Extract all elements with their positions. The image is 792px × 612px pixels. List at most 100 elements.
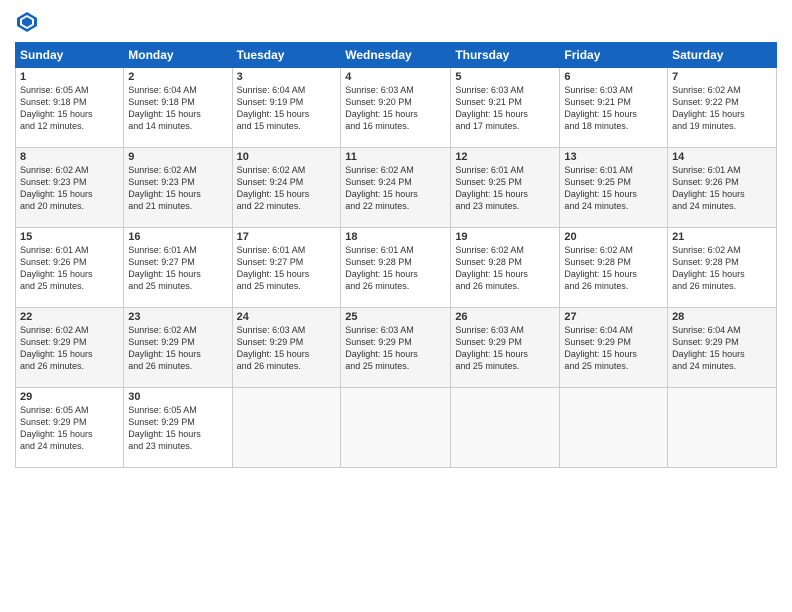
logo-icon xyxy=(15,10,39,34)
calendar-cell: 14Sunrise: 6:01 AM Sunset: 9:26 PM Dayli… xyxy=(668,148,777,228)
day-number: 22 xyxy=(20,311,119,323)
calendar-cell: 15Sunrise: 6:01 AM Sunset: 9:26 PM Dayli… xyxy=(16,228,124,308)
day-number: 23 xyxy=(128,311,227,323)
day-info: Sunrise: 6:03 AM Sunset: 9:20 PM Dayligh… xyxy=(345,84,446,133)
day-info: Sunrise: 6:02 AM Sunset: 9:28 PM Dayligh… xyxy=(455,244,555,293)
day-info: Sunrise: 6:01 AM Sunset: 9:28 PM Dayligh… xyxy=(345,244,446,293)
day-number: 17 xyxy=(237,231,337,243)
day-number: 16 xyxy=(128,231,227,243)
day-info: Sunrise: 6:03 AM Sunset: 9:21 PM Dayligh… xyxy=(564,84,663,133)
calendar-cell: 4Sunrise: 6:03 AM Sunset: 9:20 PM Daylig… xyxy=(341,68,451,148)
calendar-cell xyxy=(451,388,560,468)
calendar-cell xyxy=(341,388,451,468)
calendar-cell: 11Sunrise: 6:02 AM Sunset: 9:24 PM Dayli… xyxy=(341,148,451,228)
day-number: 25 xyxy=(345,311,446,323)
day-info: Sunrise: 6:01 AM Sunset: 9:26 PM Dayligh… xyxy=(20,244,119,293)
calendar-cell: 7Sunrise: 6:02 AM Sunset: 9:22 PM Daylig… xyxy=(668,68,777,148)
calendar-cell: 27Sunrise: 6:04 AM Sunset: 9:29 PM Dayli… xyxy=(560,308,668,388)
day-info: Sunrise: 6:04 AM Sunset: 9:29 PM Dayligh… xyxy=(564,324,663,373)
calendar-week-row: 1Sunrise: 6:05 AM Sunset: 9:18 PM Daylig… xyxy=(16,68,777,148)
day-info: Sunrise: 6:02 AM Sunset: 9:23 PM Dayligh… xyxy=(128,164,227,213)
day-info: Sunrise: 6:03 AM Sunset: 9:29 PM Dayligh… xyxy=(455,324,555,373)
day-number: 3 xyxy=(237,71,337,83)
day-info: Sunrise: 6:02 AM Sunset: 9:29 PM Dayligh… xyxy=(20,324,119,373)
day-info: Sunrise: 6:01 AM Sunset: 9:27 PM Dayligh… xyxy=(237,244,337,293)
weekday-header: Tuesday xyxy=(232,43,341,68)
calendar-cell: 1Sunrise: 6:05 AM Sunset: 9:18 PM Daylig… xyxy=(16,68,124,148)
day-number: 13 xyxy=(564,151,663,163)
day-number: 24 xyxy=(237,311,337,323)
calendar-cell xyxy=(560,388,668,468)
day-number: 26 xyxy=(455,311,555,323)
day-info: Sunrise: 6:02 AM Sunset: 9:28 PM Dayligh… xyxy=(672,244,772,293)
day-info: Sunrise: 6:05 AM Sunset: 9:18 PM Dayligh… xyxy=(20,84,119,133)
calendar-week-row: 22Sunrise: 6:02 AM Sunset: 9:29 PM Dayli… xyxy=(16,308,777,388)
weekday-header: Wednesday xyxy=(341,43,451,68)
calendar-cell: 19Sunrise: 6:02 AM Sunset: 9:28 PM Dayli… xyxy=(451,228,560,308)
calendar-cell: 17Sunrise: 6:01 AM Sunset: 9:27 PM Dayli… xyxy=(232,228,341,308)
day-number: 10 xyxy=(237,151,337,163)
calendar-cell: 18Sunrise: 6:01 AM Sunset: 9:28 PM Dayli… xyxy=(341,228,451,308)
day-number: 12 xyxy=(455,151,555,163)
day-number: 5 xyxy=(455,71,555,83)
day-number: 20 xyxy=(564,231,663,243)
day-info: Sunrise: 6:02 AM Sunset: 9:28 PM Dayligh… xyxy=(564,244,663,293)
calendar-header-row: SundayMondayTuesdayWednesdayThursdayFrid… xyxy=(16,43,777,68)
weekday-header: Thursday xyxy=(451,43,560,68)
calendar-cell: 20Sunrise: 6:02 AM Sunset: 9:28 PM Dayli… xyxy=(560,228,668,308)
day-info: Sunrise: 6:01 AM Sunset: 9:25 PM Dayligh… xyxy=(564,164,663,213)
weekday-header: Saturday xyxy=(668,43,777,68)
day-info: Sunrise: 6:04 AM Sunset: 9:19 PM Dayligh… xyxy=(237,84,337,133)
calendar-cell: 21Sunrise: 6:02 AM Sunset: 9:28 PM Dayli… xyxy=(668,228,777,308)
day-number: 8 xyxy=(20,151,119,163)
calendar-cell: 23Sunrise: 6:02 AM Sunset: 9:29 PM Dayli… xyxy=(124,308,232,388)
calendar-week-row: 8 Sunrise: 6:02 AM Sunset: 9:23 PM Daylig… xyxy=(16,148,777,228)
weekday-header: Sunday xyxy=(16,43,124,68)
calendar-cell: 12Sunrise: 6:01 AM Sunset: 9:25 PM Dayli… xyxy=(451,148,560,228)
calendar-cell xyxy=(668,388,777,468)
calendar-cell: 25Sunrise: 6:03 AM Sunset: 9:29 PM Dayli… xyxy=(341,308,451,388)
day-info: Sunrise: 6:01 AM Sunset: 9:25 PM Dayligh… xyxy=(455,164,555,213)
calendar-cell: 24Sunrise: 6:03 AM Sunset: 9:29 PM Dayli… xyxy=(232,308,341,388)
day-info: Sunrise: 6:02 AM Sunset: 9:29 PM Dayligh… xyxy=(128,324,227,373)
day-number: 2 xyxy=(128,71,227,83)
calendar-cell: 2Sunrise: 6:04 AM Sunset: 9:18 PM Daylig… xyxy=(124,68,232,148)
calendar-cell: 6Sunrise: 6:03 AM Sunset: 9:21 PM Daylig… xyxy=(560,68,668,148)
calendar-table: SundayMondayTuesdayWednesdayThursdayFrid… xyxy=(15,42,777,468)
weekday-header: Friday xyxy=(560,43,668,68)
day-number: 21 xyxy=(672,231,772,243)
calendar-cell: 5Sunrise: 6:03 AM Sunset: 9:21 PM Daylig… xyxy=(451,68,560,148)
day-number: 28 xyxy=(672,311,772,323)
day-number: 30 xyxy=(128,391,227,403)
day-number: 4 xyxy=(345,71,446,83)
day-info: Sunrise: 6:05 AM Sunset: 9:29 PM Dayligh… xyxy=(20,404,119,453)
calendar-week-row: 29Sunrise: 6:05 AM Sunset: 9:29 PM Dayli… xyxy=(16,388,777,468)
logo xyxy=(15,10,42,34)
calendar-cell: 30Sunrise: 6:05 AM Sunset: 9:29 PM Dayli… xyxy=(124,388,232,468)
calendar-cell: 28Sunrise: 6:04 AM Sunset: 9:29 PM Dayli… xyxy=(668,308,777,388)
day-info: Sunrise: 6:04 AM Sunset: 9:29 PM Dayligh… xyxy=(672,324,772,373)
calendar-cell: 8Sunrise: 6:02 AM Sunset: 9:23 PM Daylig… xyxy=(16,148,124,228)
calendar-cell: 13Sunrise: 6:01 AM Sunset: 9:25 PM Dayli… xyxy=(560,148,668,228)
day-info: Sunrise: 6:01 AM Sunset: 9:26 PM Dayligh… xyxy=(672,164,772,213)
calendar-cell: 16Sunrise: 6:01 AM Sunset: 9:27 PM Dayli… xyxy=(124,228,232,308)
day-number: 9 xyxy=(128,151,227,163)
day-number: 29 xyxy=(20,391,119,403)
day-number: 1 xyxy=(20,71,119,83)
calendar-cell: 9Sunrise: 6:02 AM Sunset: 9:23 PM Daylig… xyxy=(124,148,232,228)
calendar-week-row: 15Sunrise: 6:01 AM Sunset: 9:26 PM Dayli… xyxy=(16,228,777,308)
day-number: 15 xyxy=(20,231,119,243)
calendar-cell: 29Sunrise: 6:05 AM Sunset: 9:29 PM Dayli… xyxy=(16,388,124,468)
day-info: Sunrise: 6:02 AM Sunset: 9:24 PM Dayligh… xyxy=(345,164,446,213)
day-number: 11 xyxy=(345,151,446,163)
day-info: Sunrise: 6:02 AM Sunset: 9:24 PM Dayligh… xyxy=(237,164,337,213)
day-number: 14 xyxy=(672,151,772,163)
day-info: Sunrise: 6:02 AM Sunset: 9:22 PM Dayligh… xyxy=(672,84,772,133)
header xyxy=(15,10,777,34)
calendar-cell: 22Sunrise: 6:02 AM Sunset: 9:29 PM Dayli… xyxy=(16,308,124,388)
day-info: Sunrise: 6:03 AM Sunset: 9:29 PM Dayligh… xyxy=(345,324,446,373)
day-number: 19 xyxy=(455,231,555,243)
day-info: Sunrise: 6:03 AM Sunset: 9:29 PM Dayligh… xyxy=(237,324,337,373)
weekday-header: Monday xyxy=(124,43,232,68)
calendar-cell xyxy=(232,388,341,468)
